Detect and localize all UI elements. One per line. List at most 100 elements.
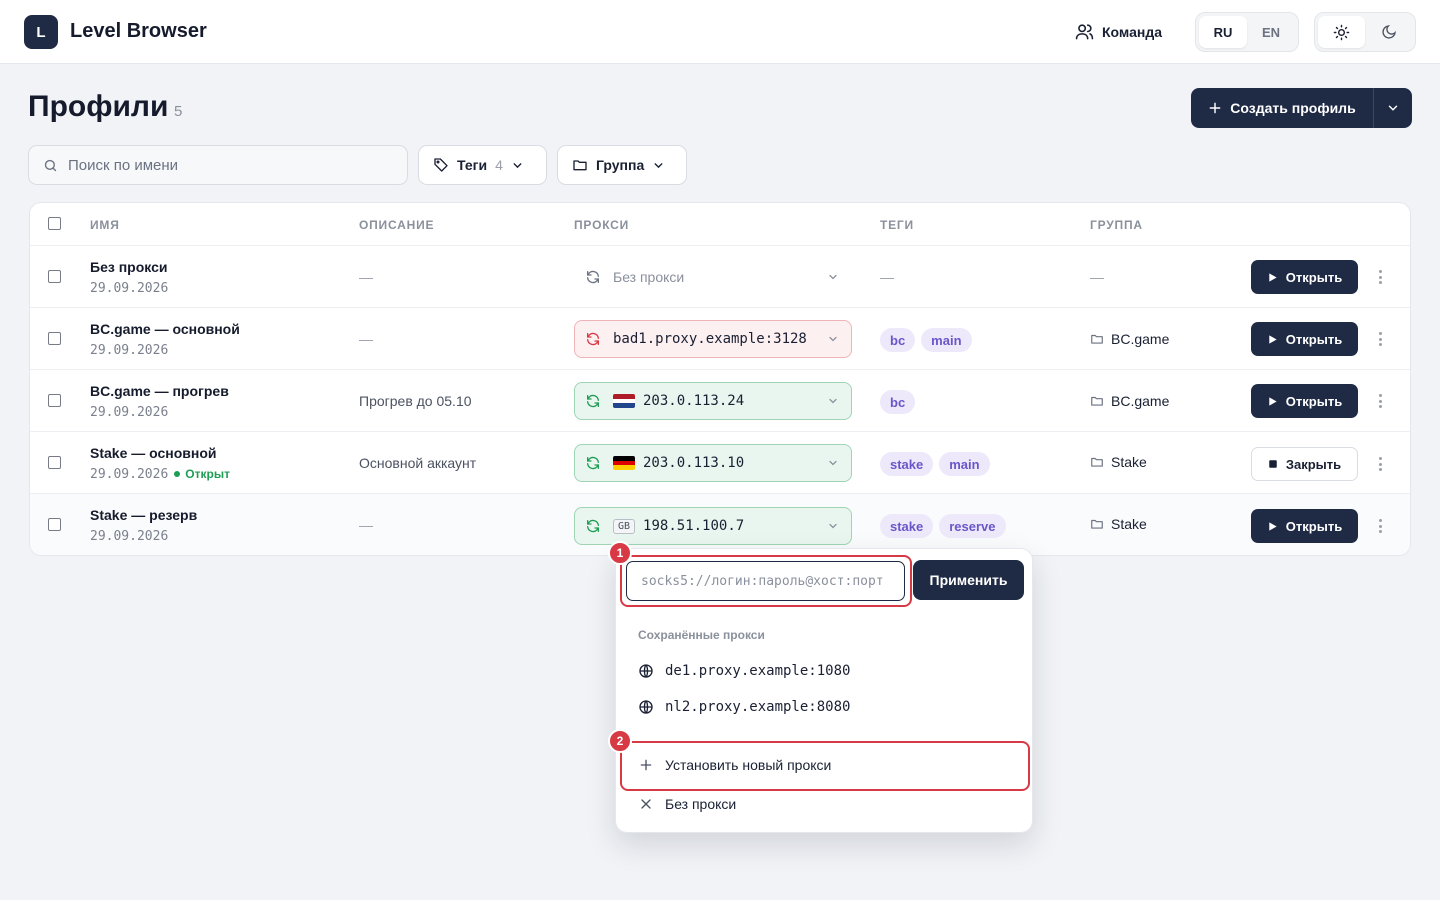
group-filter-label: Группа — [596, 157, 645, 173]
create-profile-button[interactable]: Создать профиль — [1191, 88, 1374, 128]
column-name-header: ИМЯ — [90, 218, 120, 232]
tag-list: stake reserve — [880, 514, 1006, 538]
row-menu-button[interactable] — [1374, 267, 1386, 287]
no-proxy-item[interactable]: Без прокси — [638, 796, 736, 812]
open-profile-button[interactable]: Открыть — [1251, 322, 1358, 356]
set-new-proxy-label: Установить новый прокси — [665, 757, 832, 773]
step-marker-2: 2 — [608, 729, 632, 753]
proxy-select[interactable]: bad1.proxy.example:3128 — [574, 320, 852, 358]
profile-date-line: 29.09.2026 Открыт — [90, 467, 230, 482]
app-name: Level Browser — [70, 20, 207, 42]
table-row[interactable]: Stake — основной 29.09.2026 Открыт Основн… — [30, 432, 1410, 494]
saved-proxy-label: nl2.proxy.example:8080 — [665, 699, 851, 715]
saved-proxy-item[interactable]: de1.proxy.example:1080 — [638, 663, 850, 679]
apply-proxy-button[interactable]: Применить — [913, 560, 1024, 600]
status-badge: Открыт — [174, 467, 230, 481]
tag-chip[interactable]: bc — [880, 328, 916, 352]
row-checkbox[interactable] — [48, 518, 61, 531]
chevron-down-icon — [829, 460, 837, 466]
tag-chip[interactable]: stake — [880, 514, 934, 538]
select-all-checkbox[interactable] — [48, 217, 61, 230]
column-description-header: ОПИСАНИЕ — [359, 218, 435, 232]
chevron-down-icon — [829, 274, 837, 280]
tag-list: stake main — [880, 452, 990, 476]
profile-date: 29.09.2026 — [90, 467, 169, 482]
tag-chip[interactable]: main — [939, 452, 990, 476]
table-row[interactable]: BC.game — прогрев 29.09.2026 Прогрев до … — [30, 370, 1410, 432]
country-code-badge: GB — [613, 518, 636, 534]
profile-group: BC.game — [1090, 331, 1169, 347]
light-theme-button[interactable] — [1318, 16, 1365, 48]
proxy-value: Без прокси — [613, 269, 685, 285]
saved-proxy-item[interactable]: nl2.proxy.example:8080 — [638, 699, 850, 715]
search-input[interactable] — [68, 156, 388, 174]
netherlands-flag-icon — [613, 394, 635, 408]
tag-chip[interactable]: main — [921, 328, 972, 352]
profile-name: BC.game — прогрев — [90, 383, 229, 399]
theme-switch — [1314, 12, 1416, 52]
table-row[interactable]: Без прокси 29.09.2026 — Без прокси — — О… — [30, 246, 1410, 308]
proxy-select[interactable]: 203.0.113.10 — [574, 444, 852, 482]
proxy-value: bad1.proxy.example:3128 — [613, 331, 807, 347]
saved-proxy-label: de1.proxy.example:1080 — [665, 663, 851, 679]
proxy-value: 203.0.113.24 — [643, 393, 745, 409]
profile-description: — — [359, 331, 373, 347]
close-profile-button[interactable]: Закрыть — [1251, 447, 1358, 481]
row-checkbox[interactable] — [48, 270, 61, 283]
open-profile-button[interactable]: Открыть — [1251, 384, 1358, 418]
tag-list: bc — [880, 390, 916, 414]
tag-chip[interactable]: stake — [880, 452, 934, 476]
lang-ru-button[interactable]: RU — [1199, 16, 1247, 48]
tag-icon — [434, 158, 448, 172]
table-row[interactable]: Stake — резерв 29.09.2026 — GB 198.51.10… — [30, 494, 1410, 555]
table-row[interactable]: BC.game — основной 29.09.2026 — bad1.pro… — [30, 308, 1410, 370]
proxy-url-input[interactable] — [626, 561, 905, 601]
saved-proxies-heading: Сохранённые прокси — [638, 628, 765, 642]
refresh-icon — [587, 270, 599, 284]
profile-description: Основной аккаунт — [359, 455, 477, 471]
tag-chip[interactable]: bc — [880, 390, 916, 414]
tag-chip[interactable]: reserve — [939, 514, 1006, 538]
team-button[interactable]: Команда — [1075, 22, 1162, 41]
chevron-down-icon — [829, 523, 837, 529]
proxy-value: 203.0.113.10 — [643, 455, 745, 471]
stop-icon — [1269, 460, 1277, 468]
plus-icon — [1209, 102, 1221, 114]
play-icon — [1269, 396, 1277, 406]
row-checkbox[interactable] — [48, 394, 61, 407]
set-new-proxy-item[interactable]: Установить новый прокси — [638, 757, 831, 773]
create-profile-menu-button[interactable] — [1374, 88, 1412, 128]
group-filter-button[interactable]: Группа — [557, 145, 687, 185]
profile-description: Прогрев до 05.10 — [359, 393, 472, 409]
close-profile-label: Закрыть — [1285, 456, 1342, 472]
row-menu-button[interactable] — [1374, 391, 1386, 411]
close-icon — [641, 799, 651, 809]
profile-date: 29.09.2026 — [90, 281, 169, 296]
refresh-icon — [587, 332, 599, 346]
tags-filter-button[interactable]: Теги 4 — [418, 145, 547, 185]
chevron-down-icon — [513, 162, 522, 168]
row-menu-button[interactable] — [1374, 329, 1386, 349]
dark-theme-button[interactable] — [1365, 16, 1412, 48]
proxy-value: 198.51.100.7 — [643, 518, 745, 534]
lang-en-button[interactable]: EN — [1247, 16, 1295, 48]
globe-icon — [639, 700, 653, 714]
column-proxy-header: ПРОКСИ — [574, 218, 630, 232]
top-bar: L Level Browser Команда RU EN — [0, 0, 1440, 64]
row-menu-button[interactable] — [1374, 516, 1386, 536]
proxy-select[interactable]: GB 198.51.100.7 — [574, 507, 852, 545]
row-checkbox[interactable] — [48, 332, 61, 345]
step-marker-1: 1 — [608, 541, 632, 565]
open-profile-label: Открыть — [1285, 393, 1343, 409]
open-profile-button[interactable]: Открыть — [1251, 509, 1358, 543]
profile-date: 29.09.2026 — [90, 343, 169, 358]
team-label: Команда — [1102, 23, 1162, 40]
open-profile-button[interactable]: Открыть — [1251, 260, 1358, 294]
row-menu-button[interactable] — [1374, 454, 1386, 474]
open-profile-label: Открыть — [1285, 518, 1343, 534]
proxy-select[interactable]: 203.0.113.24 — [574, 382, 852, 420]
refresh-icon — [587, 519, 599, 533]
play-icon — [1269, 272, 1277, 282]
proxy-select[interactable]: Без прокси — [574, 258, 852, 296]
row-checkbox[interactable] — [48, 456, 61, 469]
